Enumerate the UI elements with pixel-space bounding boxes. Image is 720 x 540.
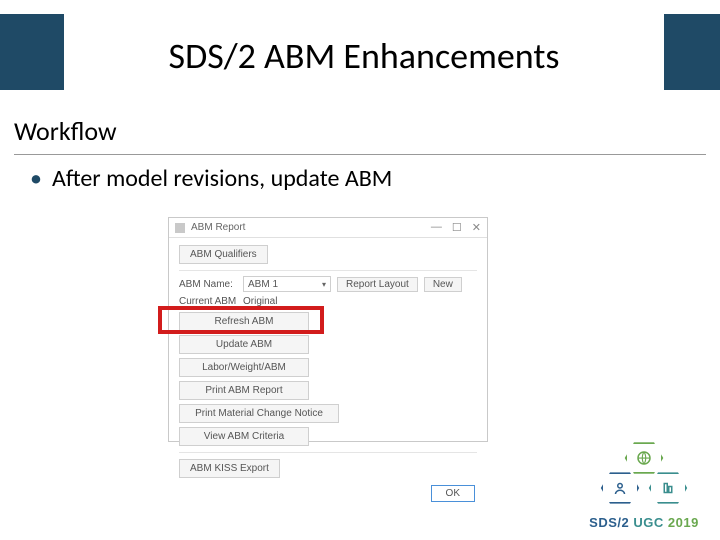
window-buttons: — ☐ ✕: [431, 221, 481, 234]
bullet-row: • After model revisions, update ABM: [30, 164, 392, 194]
ok-button[interactable]: OK: [431, 485, 475, 502]
report-layout-button[interactable]: Report Layout: [337, 277, 418, 292]
slide-title: SDS/2 ABM Enhancements: [169, 34, 560, 78]
maximize-icon[interactable]: ☐: [452, 221, 462, 234]
title-inner: SDS/2 ABM Enhancements: [64, 14, 664, 98]
abm-qualifiers-button[interactable]: ABM Qualifiers: [179, 245, 268, 264]
app-icon: [175, 223, 185, 233]
close-icon[interactable]: ✕: [472, 221, 481, 234]
brand-year: 2019: [668, 515, 699, 530]
abm-kiss-export-button[interactable]: ABM KISS Export: [179, 459, 280, 478]
heading-rule: [14, 154, 706, 155]
print-material-change-button[interactable]: Print Material Change Notice: [179, 404, 339, 423]
footer-logo: SDS/2 UGC 2019: [584, 439, 704, 530]
abm-name-label: ABM Name:: [179, 279, 237, 290]
current-abm-value: Original: [243, 296, 277, 307]
update-abm-button[interactable]: Update ABM: [179, 335, 309, 354]
view-abm-criteria-button[interactable]: View ABM Criteria: [179, 427, 309, 446]
refresh-abm-button[interactable]: Refresh ABM: [179, 312, 309, 331]
abm-name-select[interactable]: ABM 1 ▾: [243, 276, 331, 292]
divider: [179, 452, 477, 453]
brand-sds2: SDS/2: [589, 515, 629, 530]
abm-name-row: ABM Name: ABM 1 ▾ Report Layout New: [179, 276, 477, 292]
abm-name-value: ABM 1: [248, 279, 278, 290]
bullet-text: After model revisions, update ABM: [52, 164, 392, 194]
current-abm-label: Current ABM: [179, 296, 237, 307]
ok-row: OK: [179, 485, 477, 502]
current-abm-row: Current ABM Original: [179, 296, 477, 307]
section-heading: Workflow: [14, 115, 117, 147]
dialog-body: ABM Qualifiers ABM Name: ABM 1 ▾ Report …: [169, 238, 487, 506]
minimize-icon[interactable]: —: [431, 221, 442, 234]
action-button-column: Refresh ABM Update ABM Labor/Weight/ABM …: [179, 311, 477, 447]
brand-ugc: UGC: [633, 515, 663, 530]
dialog-title: ABM Report: [191, 222, 431, 233]
bullet-dot-icon: •: [30, 164, 42, 194]
footer-brand-text: SDS/2 UGC 2019: [584, 515, 704, 530]
hex-logo-icon: [594, 439, 694, 513]
new-button[interactable]: New: [424, 277, 462, 292]
dialog-titlebar: ABM Report — ☐ ✕: [169, 218, 487, 238]
divider: [179, 270, 477, 271]
title-band: SDS/2 ABM Enhancements: [0, 14, 720, 90]
print-abm-report-button[interactable]: Print ABM Report: [179, 381, 309, 400]
abm-report-dialog: ABM Report — ☐ ✕ ABM Qualifiers ABM Name…: [168, 217, 488, 442]
chevron-down-icon: ▾: [322, 280, 326, 289]
labor-weight-abm-button[interactable]: Labor/Weight/ABM: [179, 358, 309, 377]
